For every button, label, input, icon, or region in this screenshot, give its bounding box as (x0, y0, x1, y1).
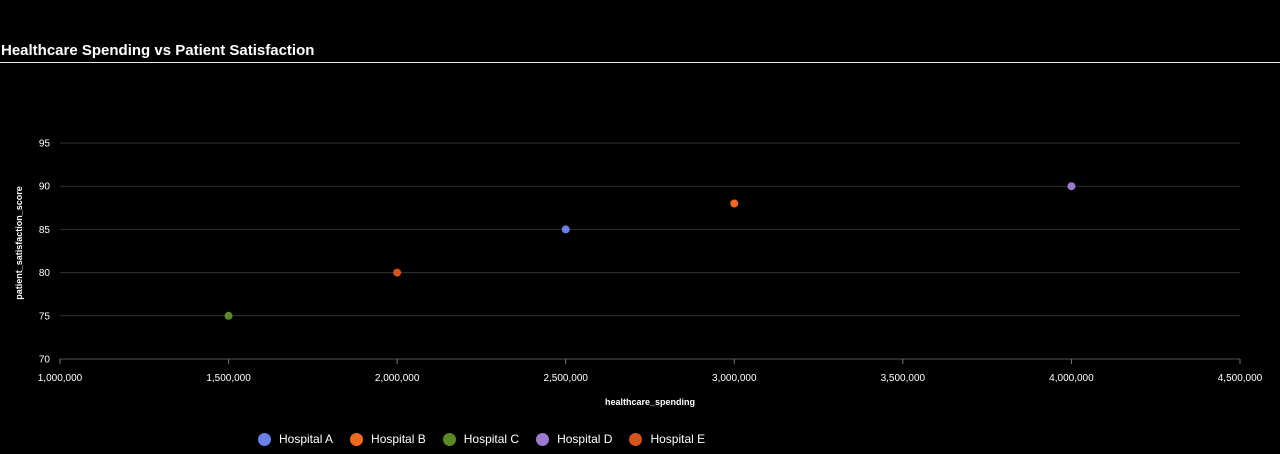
legend-label: Hospital B (371, 432, 426, 446)
x-tick-label: 3,000,000 (712, 373, 757, 384)
scatter-chart: 70 75 80 85 90 95 1,000,000 1,500,000 2,000,000 2… (14, 139, 1263, 408)
x-tick-label: 3,500,000 (881, 373, 926, 384)
x-tick-label: 1,500,000 (206, 373, 251, 384)
y-tick-label: 85 (39, 225, 51, 236)
legend-swatch (442, 432, 456, 446)
data-point (224, 311, 233, 320)
y-axis-title: patient_satisfaction_score (14, 186, 24, 300)
chart-legend: Hospital A Hospital B Hospital C Hospital D… (258, 430, 722, 448)
data-point (393, 268, 402, 277)
legend-label: Hospital D (557, 432, 613, 446)
x-tick-label: 2,000,000 (375, 373, 420, 384)
chart-page: Healthcare Spending vs Patient Satisfact… (0, 0, 1280, 454)
y-tick-label: 80 (39, 268, 51, 279)
data-point (730, 199, 739, 208)
legend-item[interactable]: Hospital B (350, 432, 426, 446)
y-tick-label: 75 (39, 311, 51, 322)
y-tick-label: 70 (39, 355, 51, 366)
x-tick-label: 4,500,000 (1218, 373, 1263, 384)
y-tick-label: 90 (39, 182, 51, 193)
legend-swatch (536, 432, 550, 446)
x-tick-label: 1,000,000 (38, 373, 83, 384)
legend-item[interactable]: Hospital A (258, 432, 333, 446)
legend-swatch (350, 432, 364, 446)
x-axis-title: healthcare_spending (605, 397, 695, 407)
legend-label: Hospital C (463, 432, 520, 446)
legend-swatch (258, 432, 271, 446)
data-point (1067, 182, 1076, 191)
legend-item[interactable]: Hospital D (536, 432, 612, 446)
legend-label: Hospital E (650, 432, 706, 446)
data-point (561, 225, 570, 234)
legend-swatch (629, 432, 643, 446)
legend-label: Hospital A (279, 432, 334, 446)
x-tick-label: 4,000,000 (1049, 373, 1094, 384)
legend-item[interactable]: Hospital C (442, 432, 520, 446)
legend-item[interactable]: Hospital E (629, 432, 705, 446)
y-tick-label: 95 (39, 139, 51, 150)
x-tick-label: 2,500,000 (543, 373, 588, 384)
